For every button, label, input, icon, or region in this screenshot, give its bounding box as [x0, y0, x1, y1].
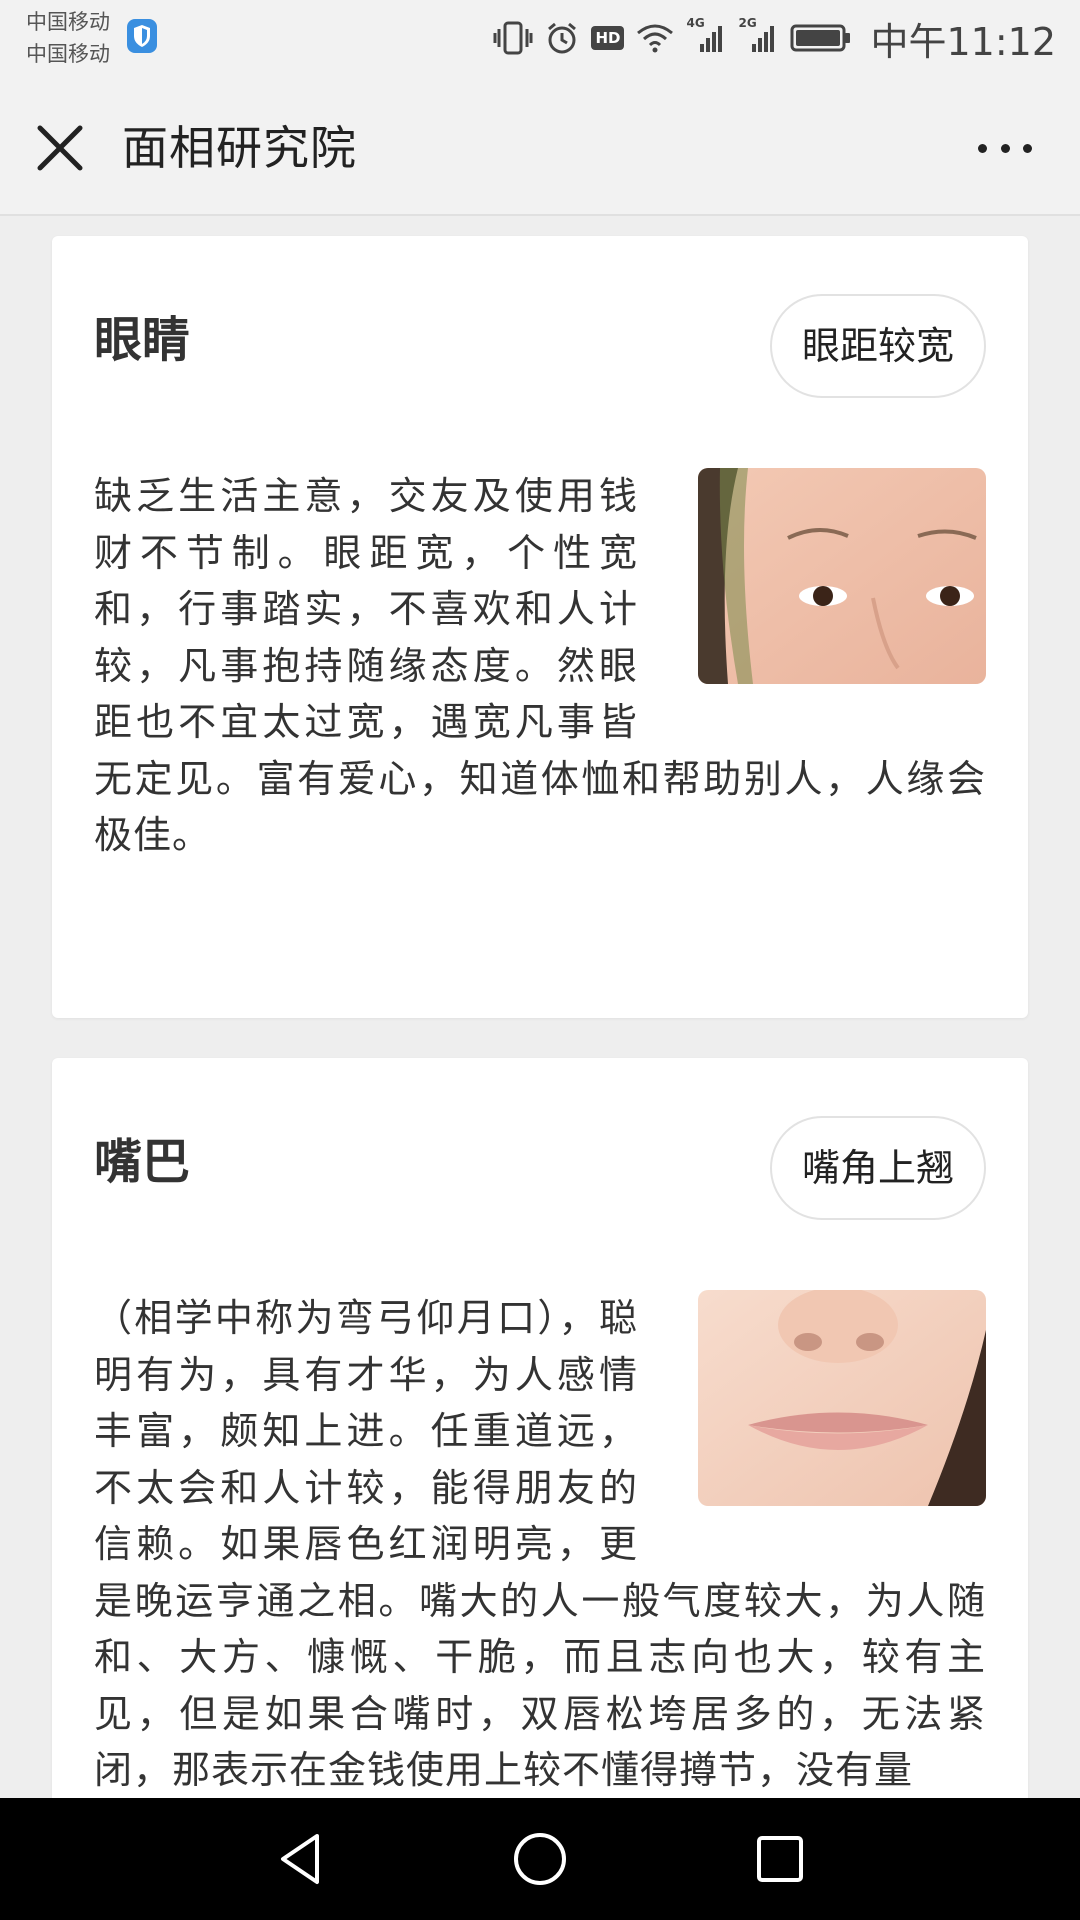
- more-options-button[interactable]: [970, 128, 1040, 168]
- system-nav-bar: [0, 1798, 1080, 1920]
- card-title: 嘴巴: [94, 1134, 191, 1190]
- back-triangle-icon: [281, 1834, 319, 1884]
- card-body: 缺乏生活主意，交友及使用钱财不节制。眼距宽，个性宽和，行事踏实，不喜欢和人计较，…: [94, 468, 986, 864]
- status-bar: 中国移动 中国移动 HD 4G 2G 中午11:12: [0, 0, 1080, 80]
- net-2g-label: 2G: [738, 16, 757, 30]
- back-button[interactable]: [260, 1819, 340, 1899]
- close-button[interactable]: [30, 118, 90, 178]
- carrier-1: 中国移动: [26, 10, 110, 34]
- home-button[interactable]: [500, 1819, 580, 1899]
- mouth-image-icon: [698, 1290, 986, 1506]
- carrier-2: 中国移动: [26, 42, 110, 66]
- home-circle-icon: [514, 1833, 566, 1885]
- net-4g-label: 4G: [686, 16, 705, 30]
- feature-card-eyes: 眼睛 眼距较宽 缺乏生活主意，交友及使用钱财不节制。眼距宽，个性宽和，行事踏实，…: [52, 236, 1028, 1018]
- mouth-photo: [698, 1290, 986, 1506]
- card-title: 眼睛: [94, 312, 191, 368]
- hd-badge: HD: [591, 26, 625, 50]
- recents-square-icon: [757, 1836, 803, 1882]
- signal-2g-icon: 2G: [738, 16, 778, 54]
- feature-tag-button[interactable]: 眼距较宽: [769, 294, 986, 398]
- page-title: 面相研究院: [122, 121, 357, 175]
- title-bar: 面相研究院: [0, 80, 1080, 216]
- signal-4g-icon: 4G: [686, 16, 726, 54]
- close-icon: [37, 125, 83, 171]
- status-icons: HD 4G 2G 中午11:12: [493, 14, 1056, 64]
- status-time: 中午11:12: [870, 19, 1056, 64]
- eyes-image-icon: [698, 468, 986, 684]
- feature-tag-button[interactable]: 嘴角上翘: [769, 1116, 986, 1220]
- battery-icon: [790, 23, 852, 53]
- more-dot-icon: [1000, 143, 1010, 153]
- more-dot-icon: [1023, 143, 1032, 153]
- vibrate-icon: [493, 21, 533, 55]
- shield-icon: [127, 19, 157, 53]
- eyes-photo: [698, 468, 986, 684]
- carrier-info: 中国移动 中国移动: [26, 6, 110, 70]
- recents-button[interactable]: [740, 1819, 820, 1899]
- more-dot-icon: [978, 143, 987, 153]
- card-body: （相学中称为弯弓仰月口），聪明有为，具有才华，为人感情丰富，颇知上进。任重道远，…: [94, 1290, 986, 1799]
- feature-card-mouth: 嘴巴 嘴角上翘 （相学中称为弯弓仰月口），聪明有为，具有才华，为人感情丰富，颇知…: [52, 1058, 1028, 1858]
- wifi-icon: [636, 23, 674, 53]
- alarm-icon: [545, 21, 579, 55]
